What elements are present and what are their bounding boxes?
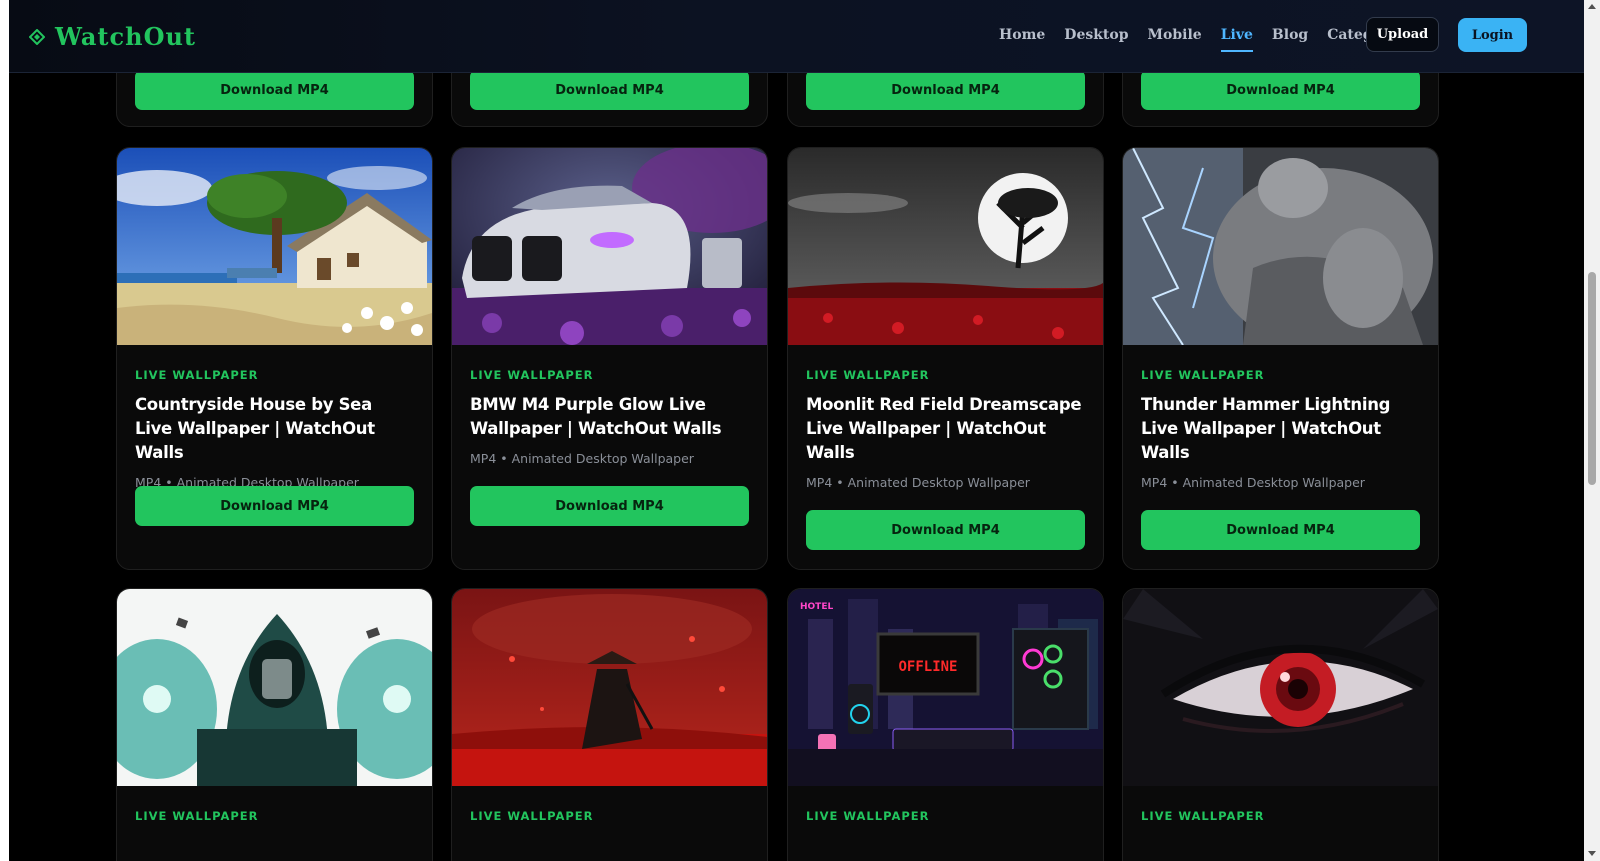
download-mp4-button[interactable]: Download MP4 (470, 486, 749, 526)
diamond-logo-icon (29, 29, 45, 45)
moonlit-field-thumbnail[interactable] (788, 148, 1103, 345)
nav-home[interactable]: Home (999, 24, 1045, 46)
nav-mobile[interactable]: Mobile (1148, 24, 1202, 46)
card-body: LIVE WALLPAPER (470, 809, 749, 823)
card-body: LIVE WALLPAPER Thunder Hammer Lightning … (1141, 368, 1420, 490)
scroll-up-arrow-icon[interactable] (1588, 4, 1596, 9)
offline-screen-text: OFFLINE (898, 659, 957, 675)
download-mp4-button[interactable]: Download MP4 (806, 70, 1085, 110)
top-navbar: WatchOut Home Desktop Mobile Live Blog C… (9, 0, 1584, 73)
card-title[interactable]: BMW M4 Purple Glow Live Wallpaper | Watc… (470, 393, 749, 441)
samurai-red-field-thumbnail[interactable] (452, 589, 767, 786)
card-body: LIVE WALLPAPER Moonlit Red Field Dreamsc… (806, 368, 1085, 490)
category-label: LIVE WALLPAPER (470, 368, 594, 382)
download-mp4-button[interactable]: Download MP4 (135, 486, 414, 526)
scroll-down-arrow-icon[interactable] (1588, 851, 1596, 856)
page: WatchOut Home Desktop Mobile Live Blog C… (9, 0, 1584, 861)
download-mp4-button[interactable]: Download MP4 (1141, 510, 1420, 550)
category-label: LIVE WALLPAPER (806, 368, 930, 382)
card-meta: MP4 • Animated Desktop Wallpaper (1141, 475, 1365, 490)
scrollbar-thumb[interactable] (1588, 272, 1596, 485)
hotel-sign-text: HOTEL (800, 602, 833, 612)
card-body: LIVE WALLPAPER BMW M4 Purple Glow Live W… (470, 368, 749, 466)
category-label: LIVE WALLPAPER (135, 809, 259, 823)
card-body: LIVE WALLPAPER (1141, 809, 1420, 823)
wallpaper-card: LIVE WALLPAPER (451, 588, 768, 861)
upload-button[interactable]: Upload (1366, 17, 1439, 52)
countryside-house-thumbnail[interactable] (117, 148, 432, 345)
thunder-hammer-thumbnail[interactable] (1123, 148, 1438, 345)
card-title[interactable]: Countryside House by Sea Live Wallpaper … (135, 393, 414, 465)
wallpaper-card: LIVE WALLPAPER (1122, 588, 1439, 861)
category-label: LIVE WALLPAPER (135, 368, 259, 382)
download-mp4-button[interactable]: Download MP4 (1141, 70, 1420, 110)
red-eye-thumbnail[interactable] (1123, 589, 1438, 786)
category-label: LIVE WALLPAPER (1141, 368, 1265, 382)
card-body: LIVE WALLPAPER Countryside House by Sea … (135, 368, 414, 490)
window-edge (0, 0, 9, 861)
wallpaper-card: HOTEL OFFLINE LIVE WALLPAPER (787, 588, 1104, 861)
nav-desktop[interactable]: Desktop (1064, 24, 1128, 46)
card-body: LIVE WALLPAPER (806, 809, 1085, 823)
category-label: LIVE WALLPAPER (470, 809, 594, 823)
brand-name: WatchOut (55, 21, 197, 51)
brand-logo[interactable]: WatchOut (29, 20, 196, 52)
wallpaper-card: LIVE WALLPAPER Countryside House by Sea … (116, 147, 433, 570)
card-meta: MP4 • Animated Desktop Wallpaper (470, 451, 694, 466)
nav-live[interactable]: Live (1220, 24, 1254, 52)
download-mp4-button[interactable]: Download MP4 (135, 70, 414, 110)
wallpaper-card: LIVE WALLPAPER Moonlit Red Field Dreamsc… (787, 147, 1104, 570)
bmw-m4-thumbnail[interactable] (452, 148, 767, 345)
download-mp4-button[interactable]: Download MP4 (470, 70, 749, 110)
card-title[interactable]: Thunder Hammer Lightning Live Wallpaper … (1141, 393, 1420, 465)
login-button[interactable]: Login (1458, 18, 1527, 52)
card-body: LIVE WALLPAPER (135, 809, 414, 823)
cyberpunk-room-thumbnail[interactable]: HOTEL OFFLINE (788, 589, 1103, 786)
category-label: LIVE WALLPAPER (806, 809, 930, 823)
download-mp4-button[interactable]: Download MP4 (806, 510, 1085, 550)
category-label: LIVE WALLPAPER (1141, 809, 1265, 823)
wallpaper-card: LIVE WALLPAPER BMW M4 Purple Glow Live W… (451, 147, 768, 570)
card-title[interactable]: Moonlit Red Field Dreamscape Live Wallpa… (806, 393, 1085, 465)
wallpaper-card: LIVE WALLPAPER Thunder Hammer Lightning … (1122, 147, 1439, 570)
card-meta: MP4 • Animated Desktop Wallpaper (806, 475, 1030, 490)
wallpaper-card: LIVE WALLPAPER (116, 588, 433, 861)
page-scrollbar[interactable] (1584, 0, 1600, 861)
hooded-sorcerer-thumbnail[interactable] (117, 589, 432, 786)
nav-blog[interactable]: Blog (1272, 24, 1308, 46)
